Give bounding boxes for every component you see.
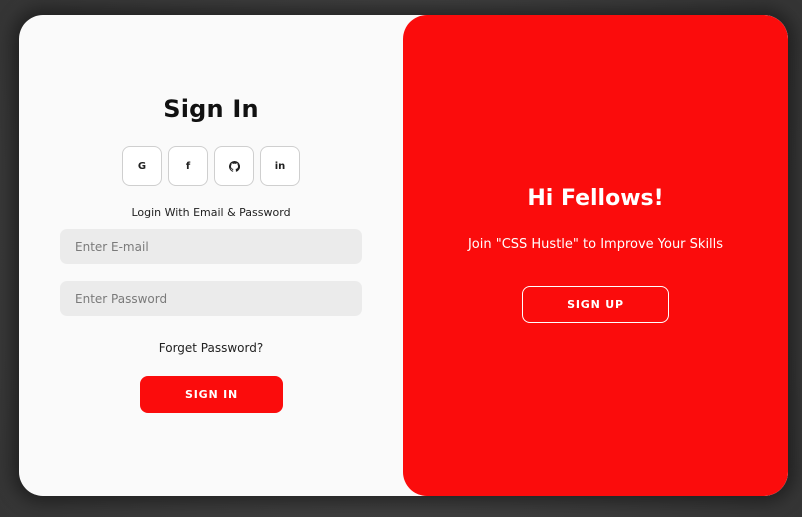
forget-password-link[interactable]: Forget Password? (19, 341, 403, 355)
github-login-button[interactable] (214, 146, 254, 186)
social-login-row: G f in (122, 146, 300, 186)
google-login-button[interactable]: G (122, 146, 162, 186)
login-caption: Login With Email & Password (131, 206, 291, 219)
linkedin-login-button[interactable]: in (260, 146, 300, 186)
email-field[interactable] (60, 229, 362, 264)
facebook-login-button[interactable]: f (168, 146, 208, 186)
welcome-message: Join "CSS Hustle" to Improve Your Skills (467, 237, 724, 252)
sign-in-title: Sign In (163, 95, 259, 123)
sign-up-button[interactable]: SIGN UP (522, 286, 669, 323)
welcome-panel: Hi Fellows! Join "CSS Hustle" to Improve… (403, 15, 788, 496)
google-icon: G (137, 160, 147, 172)
facebook-icon: f (185, 160, 191, 172)
sign-in-panel: Sign In G f in Login With Email & Passwo… (19, 15, 403, 496)
github-icon (228, 160, 240, 172)
password-field[interactable] (60, 281, 362, 316)
linkedin-icon: in (274, 160, 286, 172)
sign-in-button[interactable]: SIGN IN (140, 376, 283, 413)
auth-card: Sign In G f in Login With Email & Passwo… (19, 15, 788, 496)
welcome-heading: Hi Fellows! (527, 186, 664, 211)
